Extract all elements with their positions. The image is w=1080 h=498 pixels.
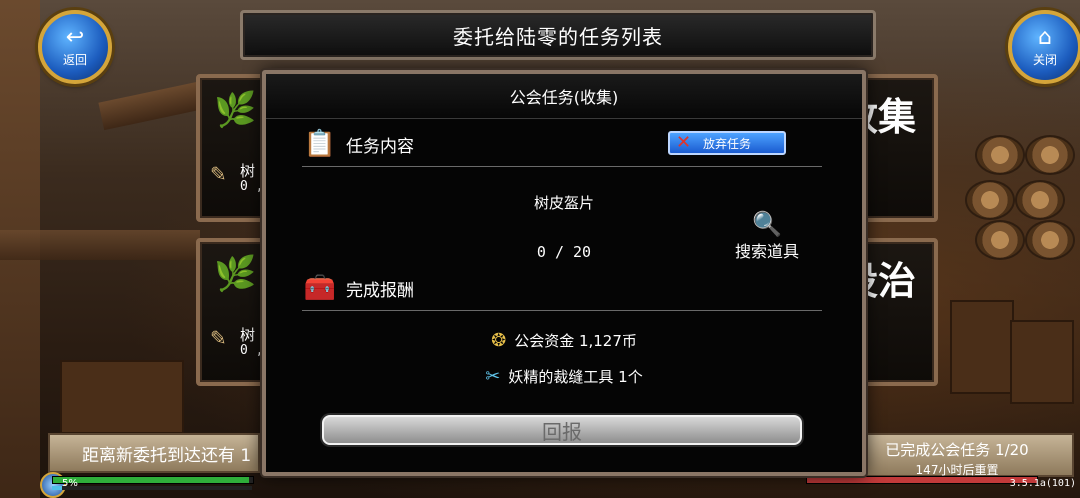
version-label: 3.5.1a(101) [1009, 478, 1076, 489]
close-x-icon: ✕ [676, 132, 692, 153]
herb-icon: 🌿 [214, 254, 257, 294]
close-button[interactable]: ⌂ 关闭 [1008, 10, 1080, 84]
guild-quest-dialog: 公会任务(收集) 📋 任务内容 ✕ 放弃任务 树皮盔片 0 / 20 🔍 搜索道… [262, 70, 866, 476]
hp-bar [52, 476, 254, 484]
status-bar [806, 476, 1038, 484]
return-arrow-icon: ↩ [65, 24, 85, 50]
needle-icon: ✂ [485, 366, 501, 387]
next-commission-timer: 距离新委托到达还有 1 [48, 433, 260, 473]
divider [302, 166, 822, 167]
report-button[interactable]: 回报 [322, 415, 802, 445]
coin-icon: ❂ [491, 330, 507, 351]
reward-item: ✂ 妖精的裁缝工具 1个 [485, 366, 643, 387]
completed-count: 已完成公会任务 1/20 [885, 441, 1029, 459]
hp-fill [53, 477, 249, 483]
xp-bar [52, 486, 252, 490]
treasure-chest-icon: 🧰 [303, 273, 337, 303]
herb-icon: 🌿 [214, 90, 257, 130]
task-name: 树 [240, 162, 256, 180]
divider [302, 310, 822, 311]
page-title: 委托给陆零的任务列表 [240, 10, 876, 60]
back-button[interactable]: ↩ 返回 [38, 10, 112, 84]
reward-header: 🧰 完成报酬 [302, 270, 822, 306]
reward-item: ❂ 公会资金 1,127币 [491, 330, 637, 351]
magnifier-icon: 🔍 [752, 210, 782, 238]
tool-icon: ✎ [210, 326, 227, 350]
quest-content-label: 任务内容 [346, 136, 414, 157]
search-item-button[interactable]: 🔍 搜索道具 [722, 210, 812, 262]
task-name: 树 [240, 326, 256, 344]
home-icon: ⌂ [1038, 24, 1052, 50]
guild-quest-status: 已完成公会任务 1/20 147小时后重置 [840, 433, 1074, 477]
reward-label: 完成报酬 [346, 280, 414, 301]
xp-percent: 5% [62, 478, 78, 489]
task-progress: 0 , [240, 343, 264, 358]
clipboard-icon: 📋 [303, 129, 337, 159]
tool-icon: ✎ [210, 162, 227, 186]
xp-fill [52, 486, 62, 490]
abandon-quest-button[interactable]: ✕ 放弃任务 [668, 131, 786, 155]
task-progress: 0 , [240, 179, 264, 194]
dialog-title: 公会任务(收集) [266, 74, 862, 119]
